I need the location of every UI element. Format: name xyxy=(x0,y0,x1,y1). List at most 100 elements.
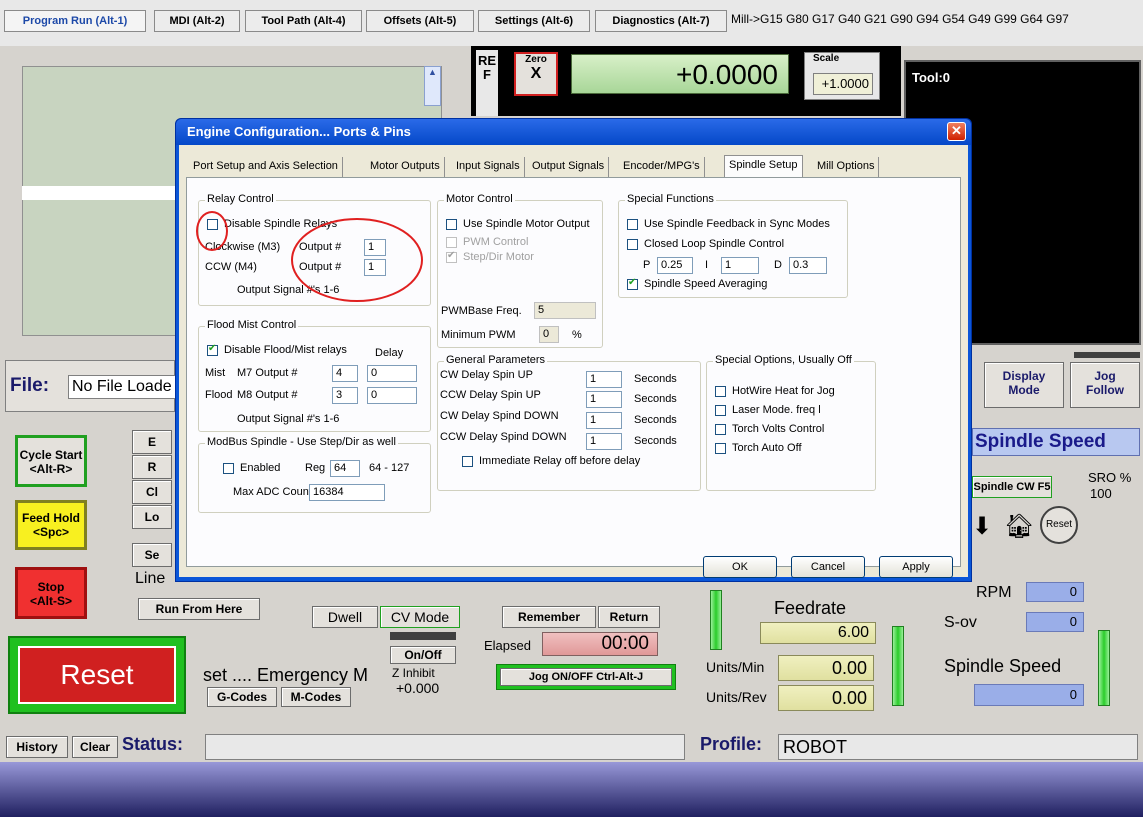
mcodes-button[interactable]: M-Codes xyxy=(281,687,351,707)
jog-onoff-frame: Jog ON/OFF Ctrl-Alt-J xyxy=(496,664,676,690)
spindle-down-icon[interactable]: ⬇ xyxy=(972,512,992,541)
side-button-cl[interactable]: Cl xyxy=(132,480,172,504)
flood-area xyxy=(262,580,458,594)
immediate-relay-label: Immediate Relay off before delay xyxy=(479,455,641,467)
pwmbase-input[interactable]: 5 xyxy=(534,302,596,319)
tab-offsets[interactable]: Offsets (Alt-5) xyxy=(366,10,474,32)
tab-encoder-mpg[interactable]: Encoder/MPG's xyxy=(619,157,705,177)
mist-delay-input[interactable]: 0 xyxy=(367,365,417,382)
spindle-reset-button[interactable]: Reset xyxy=(1040,506,1078,544)
return-button[interactable]: Return xyxy=(598,606,660,628)
jog-onoff-button[interactable]: Jog ON/OFF Ctrl-Alt-J xyxy=(500,668,672,686)
dwell-button[interactable]: Dwell xyxy=(312,606,378,628)
immediate-relay-checkbox[interactable] xyxy=(462,456,473,467)
cv-mode-button[interactable]: CV Mode xyxy=(380,606,460,628)
tab-settings[interactable]: Settings (Alt-6) xyxy=(478,10,590,32)
tab-program-run[interactable]: Program Run (Alt-1) xyxy=(4,10,146,32)
apply-button[interactable]: Apply xyxy=(879,556,953,578)
ccw-spin-down-input[interactable]: 1 xyxy=(586,433,622,450)
modbus-enabled-checkbox[interactable] xyxy=(223,463,234,474)
disable-flood-checkbox[interactable] xyxy=(207,343,218,356)
side-button-r[interactable]: R xyxy=(132,455,172,479)
status-label: Status: xyxy=(122,734,184,754)
m8-output-input[interactable]: 3 xyxy=(332,387,358,404)
cw-spin-down-input[interactable]: 1 xyxy=(586,412,622,429)
spindle-cw-button[interactable]: Spindle CW F5 xyxy=(972,476,1052,498)
cw-spin-up-label: CW Delay Spin UP xyxy=(440,369,533,381)
ok-button[interactable]: OK xyxy=(703,556,777,578)
flood-delay-input[interactable]: 0 xyxy=(367,387,417,404)
spindle-speed-title: Spindle Speed xyxy=(972,428,1140,456)
tab-input-signals[interactable]: Input Signals xyxy=(452,157,525,177)
step-dir-label: Step/Dir Motor xyxy=(463,251,534,263)
cw-spin-up-input[interactable]: 1 xyxy=(586,371,622,388)
tab-mdi[interactable]: MDI (Alt-2) xyxy=(154,10,240,32)
use-spindle-motor-checkbox[interactable] xyxy=(446,219,457,230)
ref-button[interactable]: REF xyxy=(476,50,498,116)
feed-hold-button[interactable]: Feed Hold <Spc> xyxy=(15,500,87,550)
laser-mode-checkbox[interactable] xyxy=(715,405,726,416)
pwmbase-label: PWMBase Freq. xyxy=(441,305,522,317)
tab-diagnostics[interactable]: Diagnostics (Alt-7) xyxy=(595,10,727,32)
close-icon[interactable]: ✕ xyxy=(947,122,966,141)
side-button-lo[interactable]: Lo xyxy=(132,505,172,529)
torch-volts-checkbox[interactable] xyxy=(715,424,726,435)
pwm-control-checkbox[interactable] xyxy=(446,237,457,248)
max-adc-input[interactable]: 16384 xyxy=(309,484,385,501)
run-from-here-button[interactable]: Run From Here xyxy=(138,598,260,620)
gcodes-button[interactable]: G-Codes xyxy=(207,687,277,707)
sov-label: S-ov xyxy=(944,614,977,631)
hotwire-checkbox[interactable] xyxy=(715,386,726,397)
reset-button[interactable]: Reset xyxy=(18,646,176,704)
clear-button[interactable]: Clear xyxy=(72,736,118,758)
p-input[interactable]: 0.25 xyxy=(657,257,693,274)
x-dro[interactable]: +0.0000 xyxy=(571,54,789,94)
tab-motor-outputs[interactable]: Motor Outputs xyxy=(366,157,445,177)
home-icon[interactable]: 🏠︎ xyxy=(1004,512,1034,541)
scale-x-field[interactable]: +1.0000 xyxy=(813,73,873,95)
spindle-feedback-checkbox[interactable] xyxy=(627,219,638,230)
min-pwm-input[interactable]: 0 xyxy=(539,326,559,343)
jog-follow-led xyxy=(1074,352,1140,358)
ccw-label: CCW (M4) xyxy=(205,261,257,273)
sro-value: 100 xyxy=(1090,486,1112,501)
gcode-state-display: Mill->G15 G80 G17 G40 G21 G90 G94 G54 G4… xyxy=(731,12,1069,26)
closed-loop-checkbox[interactable] xyxy=(627,239,638,250)
tab-spindle-setup[interactable]: Spindle Setup xyxy=(724,155,803,178)
tab-mill-options[interactable]: Mill Options xyxy=(813,157,880,177)
side-button-se[interactable]: Se xyxy=(132,543,172,567)
m7-output-input[interactable]: 4 xyxy=(332,365,358,382)
display-mode-button[interactable]: Display Mode xyxy=(984,362,1064,408)
stop-button[interactable]: Stop <Alt-S> xyxy=(15,567,87,619)
side-button-e[interactable]: E xyxy=(132,430,172,454)
sro-label: SRO % xyxy=(1088,470,1132,485)
engine-config-dialog: Engine Configuration... Ports & Pins ✕ P… xyxy=(175,118,972,582)
zero-x-button[interactable]: Zero X xyxy=(514,52,558,96)
tab-tool-path[interactable]: Tool Path (Alt-4) xyxy=(245,10,362,32)
flood-mist-group: Flood Mist Control Disable Flood/Mist re… xyxy=(198,319,431,432)
tab-output-signals[interactable]: Output Signals xyxy=(528,157,610,177)
cycle-start-button[interactable]: Cycle Start <Alt-R> xyxy=(15,435,87,487)
laser-mode-label: Laser Mode. freq l xyxy=(732,404,821,416)
i-input[interactable]: 1 xyxy=(721,257,759,274)
torch-auto-off-label: Torch Auto Off xyxy=(732,442,802,454)
tab-port-setup[interactable]: Port Setup and Axis Selection xyxy=(189,157,343,177)
feedrate-value: 6.00 xyxy=(760,622,876,644)
jog-follow-button[interactable]: Jog Follow xyxy=(1070,362,1140,408)
units-rev-label: Units/Rev xyxy=(706,689,767,705)
zero-label: Zero xyxy=(525,54,547,65)
step-dir-checkbox[interactable] xyxy=(446,250,457,263)
reg-input[interactable]: 64 xyxy=(330,460,360,477)
dialog-title: Engine Configuration... Ports & Pins xyxy=(176,119,971,145)
rpm-label: RPM xyxy=(976,584,1012,601)
modbus-title: ModBus Spindle - Use Step/Dir as well xyxy=(205,436,398,448)
history-button[interactable]: History xyxy=(6,736,68,758)
onoff-button[interactable]: On/Off xyxy=(390,646,456,664)
ccw-spin-up-input[interactable]: 1 xyxy=(586,391,622,408)
torch-auto-off-checkbox[interactable] xyxy=(715,443,726,454)
cancel-button[interactable]: Cancel xyxy=(791,556,865,578)
scrollbar-up[interactable]: ▲ xyxy=(424,66,441,106)
remember-button[interactable]: Remember xyxy=(502,606,596,628)
spindle-averaging-checkbox[interactable] xyxy=(627,277,638,290)
d-input[interactable]: 0.3 xyxy=(789,257,827,274)
